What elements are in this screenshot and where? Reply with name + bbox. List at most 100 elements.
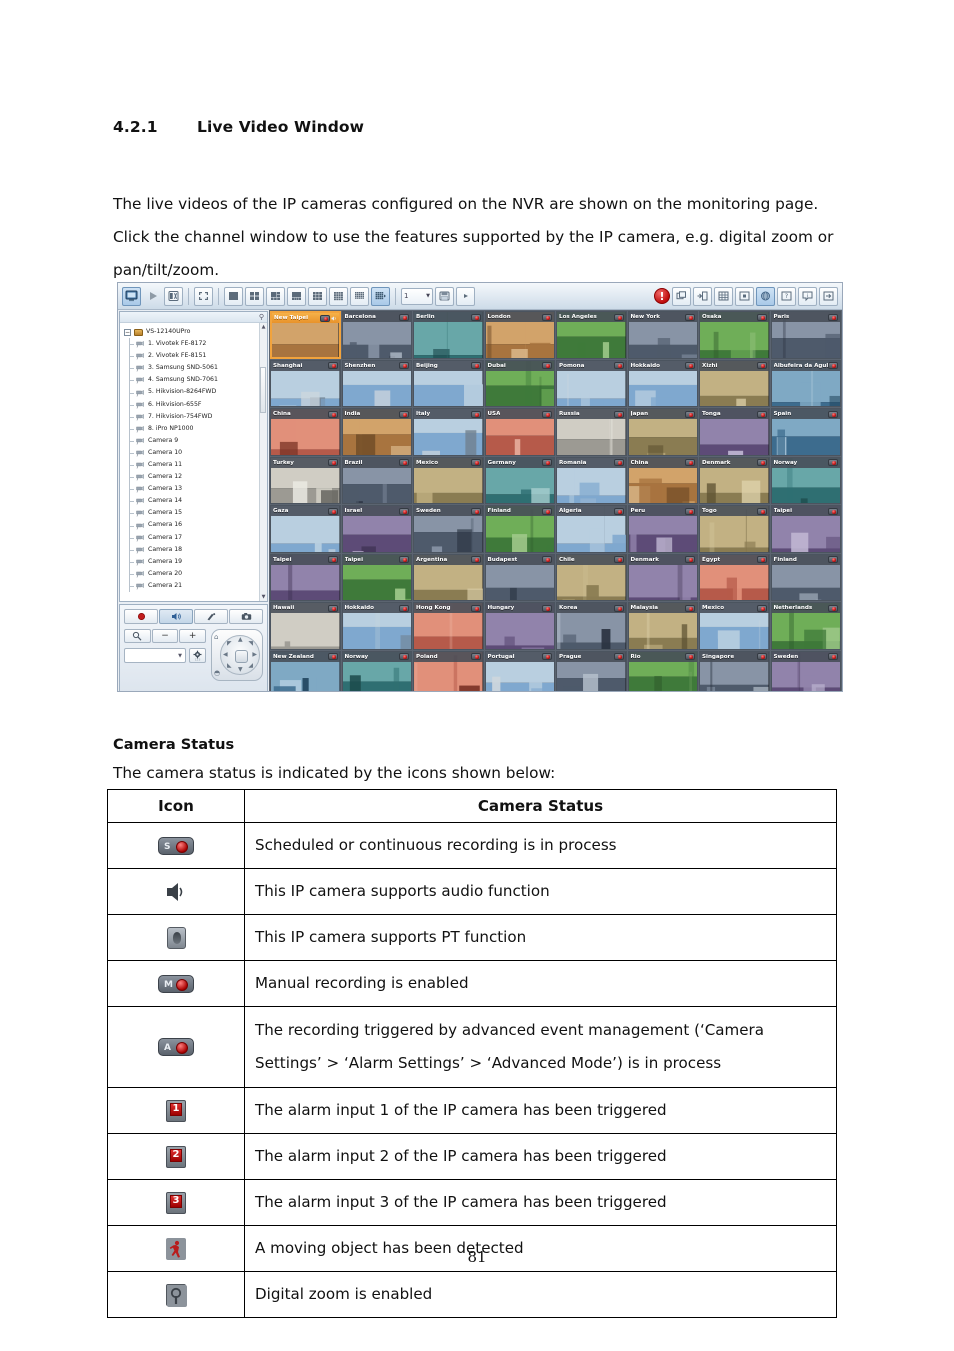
- video-cell-46[interactable]: Denmark: [627, 553, 698, 601]
- layout-1x1-button[interactable]: [224, 286, 243, 306]
- monitor-mode-button[interactable]: [122, 286, 141, 306]
- tree-item-camera-5[interactable]: 5. Hikvision-8264FWD: [122, 386, 259, 399]
- video-cell-57[interactable]: New Zealand: [270, 650, 341, 691]
- tree-item-camera-16[interactable]: Camera 16: [122, 519, 259, 532]
- video-cell-42[interactable]: Taipei: [341, 553, 412, 601]
- zoom-in-button[interactable]: +: [179, 629, 207, 643]
- about-button[interactable]: i: [798, 286, 817, 306]
- video-cell-39[interactable]: Togo: [699, 505, 770, 553]
- tree-item-camera-14[interactable]: Camera 14: [122, 495, 259, 508]
- video-cell-64[interactable]: Sweden: [770, 650, 841, 691]
- video-cell-38[interactable]: Peru: [627, 505, 698, 553]
- video-cell-2[interactable]: Barcelona: [341, 311, 412, 359]
- video-cell-15[interactable]: Xizhi: [699, 359, 770, 407]
- tree-item-camera-6[interactable]: 6. Hikvision-655F: [122, 398, 259, 411]
- layout-2x2-button[interactable]: [245, 286, 264, 306]
- video-cell-51[interactable]: Hong Kong: [413, 602, 484, 650]
- pin-icon[interactable]: ⚲: [259, 313, 264, 321]
- auto-cruise-button[interactable]: [693, 286, 712, 306]
- layout-multi-button[interactable]: [371, 286, 390, 306]
- tree-item-camera-2[interactable]: 2. Vivotek FE-8151: [122, 350, 259, 363]
- ptz-center-button[interactable]: [235, 650, 248, 663]
- talk-button[interactable]: [194, 609, 228, 624]
- video-cell-24[interactable]: Spain: [770, 408, 841, 456]
- ptz-dpad[interactable]: ▲ ▼ ◀ ▶ ◤ ◥ ◣ ◢: [220, 635, 260, 675]
- video-cell-54[interactable]: Malaysia: [627, 602, 698, 650]
- tree-item-camera-11[interactable]: Camera 11: [122, 459, 259, 472]
- layout-3x3-button[interactable]: [308, 286, 327, 306]
- video-cell-44[interactable]: Budapest: [484, 553, 555, 601]
- layout-1plus7-button[interactable]: [287, 286, 306, 306]
- ptz-right-icon[interactable]: ▶: [252, 652, 257, 658]
- video-cell-11[interactable]: Beijing: [413, 359, 484, 407]
- video-cell-63[interactable]: Singapore: [699, 650, 770, 691]
- video-cell-45[interactable]: Chile: [556, 553, 627, 601]
- video-cell-56[interactable]: Netherlands: [770, 602, 841, 650]
- video-cell-49[interactable]: Hawaii: [270, 602, 341, 650]
- video-cell-40[interactable]: Taipei: [770, 505, 841, 553]
- video-cell-19[interactable]: Italy: [413, 408, 484, 456]
- tree-item-camera-4[interactable]: 4. Samsung SND-7061: [122, 374, 259, 387]
- video-cell-30[interactable]: China: [627, 456, 698, 504]
- video-cell-27[interactable]: Mexico: [413, 456, 484, 504]
- video-cell-53[interactable]: Korea: [556, 602, 627, 650]
- video-cell-17[interactable]: China: [270, 408, 341, 456]
- e-map-button[interactable]: [756, 286, 775, 306]
- video-cell-23[interactable]: Tonga: [699, 408, 770, 456]
- ptz-upright-icon[interactable]: ◥: [248, 641, 253, 647]
- video-cell-34[interactable]: Israel: [341, 505, 412, 553]
- layout-config-button[interactable]: [714, 286, 733, 306]
- video-cell-43[interactable]: Argentina: [413, 553, 484, 601]
- collapse-icon[interactable]: −: [124, 328, 131, 336]
- video-cell-35[interactable]: Sweden: [413, 505, 484, 553]
- tree-item-camera-20[interactable]: Camera 20: [122, 567, 259, 581]
- alert-indicator-icon[interactable]: !: [654, 288, 670, 304]
- tree-item-camera-8[interactable]: 8. iPro NP1000: [122, 422, 259, 435]
- ptz-focus-icon[interactable]: ◓: [214, 669, 220, 677]
- video-cell-59[interactable]: Poland: [413, 650, 484, 691]
- video-cell-22[interactable]: Japan: [627, 408, 698, 456]
- ptz-upleft-icon[interactable]: ◤: [227, 641, 232, 647]
- multi-window-button[interactable]: [672, 286, 691, 306]
- audio-button[interactable]: [159, 609, 193, 624]
- ptz-left-icon[interactable]: ◀: [223, 652, 228, 658]
- video-cell-3[interactable]: Berlin: [413, 311, 484, 359]
- video-cell-41[interactable]: Taipei: [270, 553, 341, 601]
- video-cell-52[interactable]: Hungary: [484, 602, 555, 650]
- video-cell-13[interactable]: Pomona: [556, 359, 627, 407]
- tree-item-camera-1[interactable]: 1. Vivotek FE-8172: [122, 338, 259, 351]
- scroll-track[interactable]: [260, 331, 267, 593]
- ptz-downleft-icon[interactable]: ◣: [227, 663, 232, 669]
- layout-4x4-button[interactable]: [329, 286, 348, 306]
- video-cell-5[interactable]: Los Angeles: [556, 311, 627, 359]
- video-cell-36[interactable]: Finland: [484, 505, 555, 553]
- help-button[interactable]: ?: [777, 286, 796, 306]
- tree-item-camera-13[interactable]: Camera 13: [122, 483, 259, 496]
- video-cell-60[interactable]: Portugal: [484, 650, 555, 691]
- more-button[interactable]: [456, 286, 475, 306]
- video-cell-6[interactable]: New York: [627, 311, 698, 359]
- video-cell-25[interactable]: Turkey: [270, 456, 341, 504]
- video-cell-1[interactable]: New Taipei: [270, 311, 341, 359]
- ptz-down-icon[interactable]: ▼: [238, 667, 243, 673]
- layout-1plus5-button[interactable]: [266, 286, 285, 306]
- digital-zoom-button[interactable]: [124, 629, 151, 643]
- video-cell-8[interactable]: Paris: [770, 311, 841, 359]
- tree-item-camera-12[interactable]: Camera 12: [122, 471, 259, 484]
- video-cell-31[interactable]: Denmark: [699, 456, 770, 504]
- video-cell-55[interactable]: Mexico: [699, 602, 770, 650]
- single-view-button[interactable]: [735, 286, 754, 306]
- video-cell-28[interactable]: Germany: [484, 456, 555, 504]
- snapshot-button[interactable]: [435, 286, 454, 306]
- tree-item-camera-21[interactable]: Camera 21: [122, 579, 259, 593]
- ptz-home-icon[interactable]: ⌂: [214, 633, 218, 641]
- video-cell-12[interactable]: Dubai: [484, 359, 555, 407]
- video-cell-21[interactable]: Russia: [556, 408, 627, 456]
- logout-button[interactable]: [819, 286, 838, 306]
- video-cell-58[interactable]: Norway: [341, 650, 412, 691]
- tree-root-item[interactable]: − VS-12140UPro: [122, 326, 259, 338]
- tree-item-camera-9[interactable]: Camera 9: [122, 434, 259, 448]
- settings-button[interactable]: [164, 286, 183, 306]
- ptz-direction-pad[interactable]: ⌂ ◓ ▲ ▼ ◀ ▶ ◤ ◥ ◣ ◢: [211, 629, 263, 681]
- tree-item-camera-18[interactable]: Camera 18: [122, 543, 259, 556]
